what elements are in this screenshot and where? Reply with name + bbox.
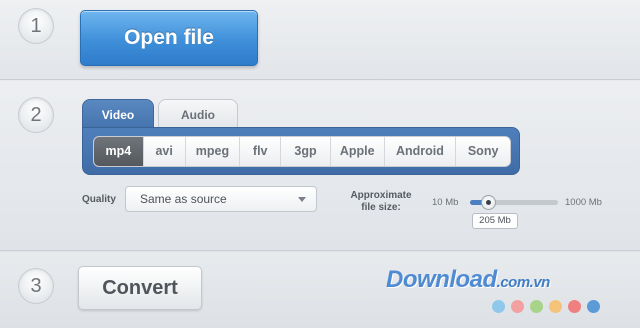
format-3gp[interactable]: 3gp: [281, 137, 331, 166]
watermark-dot: [511, 300, 524, 313]
format-android[interactable]: Android: [384, 137, 457, 166]
format-apple[interactable]: Apple: [330, 137, 385, 166]
file-size-slider-thumb[interactable]: [481, 195, 496, 210]
quality-selected-value: Same as source: [140, 192, 227, 206]
watermark-dots: [492, 300, 600, 313]
step-2-number: 2: [18, 97, 54, 133]
format-flv[interactable]: flv: [240, 137, 282, 166]
quality-select[interactable]: Same as source: [125, 186, 317, 212]
tab-audio[interactable]: Audio: [158, 99, 238, 129]
tab-video[interactable]: Video: [82, 99, 154, 129]
quality-label: Quality: [82, 194, 116, 205]
format-bar: mp4 avi mpeg flv 3gp Apple Android Sony: [82, 127, 520, 175]
format-mp4[interactable]: mp4: [94, 137, 144, 166]
file-size-tooltip: 205 Mb: [472, 213, 518, 229]
file-size-max: 1000 Mb: [565, 197, 602, 208]
file-size-label: Approximate file size:: [350, 190, 412, 213]
watermark-dot: [492, 300, 505, 313]
format-avi[interactable]: avi: [143, 137, 186, 166]
watermark-dot: [587, 300, 600, 313]
step-1-number: 1: [18, 8, 54, 44]
watermark-dot: [568, 300, 581, 313]
format-sony[interactable]: Sony: [456, 137, 510, 166]
watermark-suffix: .com.vn: [496, 274, 551, 291]
watermark-dot: [530, 300, 543, 313]
format-mpeg[interactable]: mpeg: [185, 137, 241, 166]
chevron-down-icon: [298, 197, 306, 202]
file-size-min: 10 Mb: [432, 197, 459, 208]
watermark-text: Download: [386, 266, 497, 293]
format-list: mp4 avi mpeg flv 3gp Apple Android Sony: [93, 136, 511, 167]
watermark-dot: [549, 300, 562, 313]
file-size-slider[interactable]: [470, 195, 558, 210]
convert-button[interactable]: Convert: [78, 266, 202, 310]
step-3-number: 3: [18, 268, 54, 304]
open-file-button[interactable]: Open file: [80, 10, 258, 66]
watermark-logo: Download.com.vn: [386, 266, 550, 294]
